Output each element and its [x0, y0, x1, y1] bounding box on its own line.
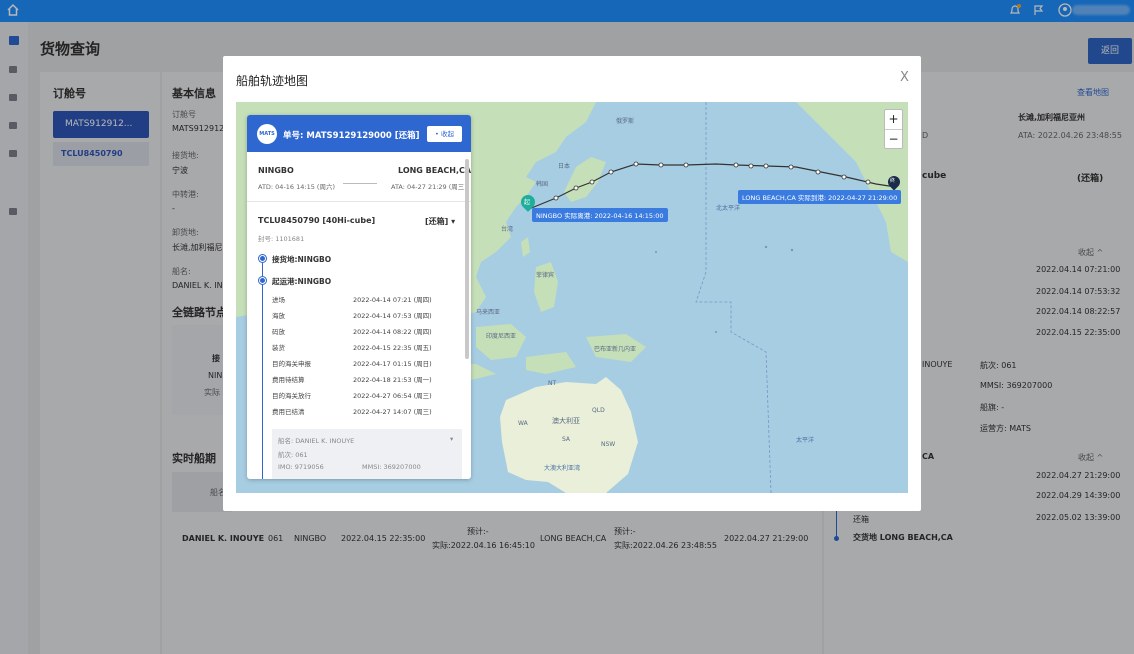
event-time: 2022-04-17 01:15 (周日) [353, 360, 432, 368]
ata-text: ATA: 04-27 21:29 (周三) [391, 183, 467, 191]
collapse-button[interactable]: • 收起 [427, 126, 462, 142]
geo-korea: 韩国 [536, 181, 549, 188]
container-status[interactable]: [还箱] ▾ [425, 216, 455, 227]
event-name: 海放 [272, 312, 285, 320]
event-name: 目的海关放行 [272, 392, 311, 400]
mats-logo: MATS [257, 124, 277, 144]
geo-png: 巴布亚新几内亚 [594, 346, 637, 353]
start-pin-label: 起 [524, 199, 531, 206]
event-name: 进场 [272, 296, 285, 304]
end-port-label: LONG BEACH,CA 实际到港: 2022-04-27 21:29:00 [738, 190, 902, 204]
geo-nt: NT [548, 380, 557, 387]
close-icon[interactable]: X [900, 70, 909, 85]
divider [247, 201, 471, 202]
geo-russia: 俄罗斯 [616, 118, 635, 125]
card-header: MATS 单号: MATS9129129000 [还箱] • 收起 [247, 115, 471, 152]
geo-indonesia: 印度尼西亚 [486, 333, 517, 340]
event-name: 目的海关申报 [272, 360, 311, 368]
container-title: TCLU8450790 [40Hi-cube] [258, 216, 376, 225]
event-name: 费用待结算 [272, 376, 305, 384]
event-name: 装货 [272, 344, 285, 352]
geo-japan: 日本 [558, 163, 571, 170]
card-scrollbar[interactable] [465, 159, 469, 359]
timeline-dot [259, 255, 266, 262]
event-time: 2022-04-14 07:21 (周四) [353, 296, 432, 304]
vessel-name: 船名: DANIEL K. INOUYE [278, 437, 355, 445]
geo-sa: SA [562, 436, 571, 443]
route-arrow [343, 183, 377, 184]
zoom-in-button[interactable]: + [885, 110, 902, 129]
vessel-box[interactable]: 船名: DANIEL K. INOUYE ▾ 航次: 061 IMO: 9719… [272, 429, 462, 479]
event-name: 费用已结清 [272, 408, 305, 416]
chevron-down-icon[interactable]: ▾ [450, 435, 453, 443]
route-from: NINGBO [258, 166, 294, 175]
card-title: 单号: MATS9129129000 [还箱] [283, 131, 420, 141]
geo-philippines: 菲律宾 [536, 272, 555, 279]
timeline-dot [259, 277, 266, 284]
track-map-modal: 船舶轨迹地图 X 日本 韩国 俄罗斯 台湾 菲律宾 马来西亚 印度尼西亚 巴布亚… [223, 56, 921, 511]
geo-qld: QLD [592, 407, 605, 414]
event-time: 2022-04-18 21:53 (周一) [353, 376, 432, 384]
vessel-track-map[interactable]: 日本 韩国 俄罗斯 台湾 菲律宾 马来西亚 印度尼西亚 巴布亚新几内亚 澳大利亚… [236, 102, 908, 493]
geo-pacific: 太平洋 [796, 437, 815, 444]
route-to: LONG BEACH,CA [398, 166, 471, 175]
event-time: 2022-04-15 22:35 (周五) [353, 344, 432, 352]
atd-text: ATD: 04-16 14:15 (周六) [258, 183, 335, 191]
geo-taiwan: 台湾 [501, 226, 514, 233]
receipt-node: 接货地:NINGBO [272, 255, 332, 264]
end-pin-label: 终 [890, 178, 896, 184]
event-name: 码放 [272, 328, 285, 336]
geo-nsw: NSW [601, 441, 616, 448]
start-port-label: NINGBO 实际离港: 2022-04-16 14:15:00 [532, 208, 668, 222]
geo-north-pacific: 北太平洋 [716, 205, 741, 212]
geo-australia: 澳大利亚 [552, 417, 580, 425]
vessel-imo: IMO: 9719056 [278, 463, 324, 471]
vessel-voyage: 航次: 061 [278, 451, 308, 459]
shipment-info-card: MATS 单号: MATS9129129000 [还箱] • 收起 NINGBO… [247, 115, 471, 479]
pol-node: 起运港:NINGBO [272, 277, 332, 286]
geo-malaysia: 马来西亚 [476, 309, 501, 316]
modal-title: 船舶轨迹地图 [236, 74, 309, 88]
zoom-controls: + − [884, 109, 903, 149]
vessel-mmsi: MMSI: 369207000 [362, 463, 421, 471]
geo-great-aus-bight: 大澳大利亚湾 [544, 465, 581, 472]
zoom-out-button[interactable]: − [885, 129, 902, 148]
event-time: 2022-04-14 07:53 (周四) [353, 312, 432, 320]
geo-wa: WA [518, 420, 528, 427]
seal-no: 封号: 1101681 [258, 235, 305, 243]
timeline-line [262, 261, 263, 479]
event-time: 2022-04-14 08:22 (周四) [353, 328, 432, 336]
event-time: 2022-04-27 06:54 (周三) [353, 392, 432, 400]
event-time: 2022-04-27 14:07 (周三) [353, 408, 432, 416]
